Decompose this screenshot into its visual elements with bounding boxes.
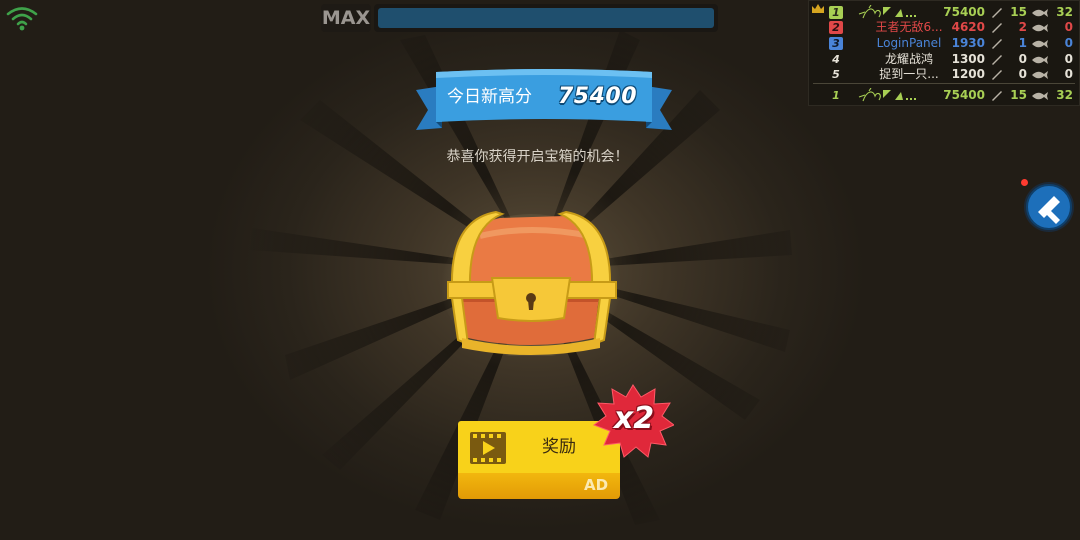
leaderboard-row: 3 LoginPanel 1930 1 0 [809, 36, 1079, 51]
rank-badge: 1 [829, 6, 843, 19]
video-film-icon [470, 432, 506, 464]
player-kills: 1 [1018, 36, 1027, 50]
player-deaths: 0 [1064, 52, 1073, 66]
max-progress-fill [378, 8, 714, 28]
fish-icon [1032, 56, 1048, 64]
leaderboard-divider [813, 83, 1075, 84]
congrats-message: 恭喜你获得开启宝箱的机会！ [446, 149, 629, 165]
player-deaths: 0 [1064, 67, 1073, 81]
player-kills: 2 [1018, 20, 1027, 34]
leaderboard-row: 1 75400 15 32 [809, 5, 1079, 20]
knife-icon [992, 55, 1002, 65]
rank-badge: 5 [832, 68, 840, 81]
player-kills: 0 [1018, 52, 1027, 66]
player-score: 4620 [951, 20, 985, 34]
new-high-score-label: 今日新高分 [447, 87, 532, 107]
player-deaths: 0 [1064, 36, 1073, 50]
player-score: 75400 [943, 5, 985, 19]
player-flag-icon [858, 5, 916, 19]
fish-icon [1032, 40, 1048, 48]
player-kills: 15 [1010, 5, 1027, 19]
knife-icon [992, 8, 1002, 18]
multiplier-label: x2 [613, 401, 655, 436]
fish-icon [1032, 92, 1048, 100]
leaderboard-row: 5 捉到一只... 1200 0 0 [809, 67, 1079, 82]
knife-icon [992, 70, 1002, 80]
knife-icon [992, 23, 1002, 33]
knife-icon [992, 39, 1002, 49]
player-flag-icon [858, 88, 916, 102]
max-label: MAX [321, 4, 371, 32]
hammer-icon [1026, 184, 1072, 230]
player-score: 1300 [951, 52, 985, 66]
player-deaths: 32 [1056, 5, 1073, 19]
player-score: 1200 [951, 67, 985, 81]
treasure-chest-icon[interactable] [440, 206, 622, 356]
rank-badge: 1 [832, 89, 840, 102]
leaderboard-row: 4 龙耀战鸿 1300 0 0 [809, 52, 1079, 67]
ad-badge: AD [584, 476, 609, 494]
player-deaths: 32 [1056, 88, 1073, 102]
high-score-value: 75400 [558, 84, 638, 109]
player-deaths: 0 [1064, 20, 1073, 34]
fish-icon [1032, 24, 1048, 32]
wifi-icon [6, 7, 38, 31]
player-score: 75400 [943, 88, 985, 102]
leaderboard-row: 2 王者无敌6... 4620 2 0 [809, 20, 1079, 35]
fish-icon [1032, 71, 1048, 79]
player-kills: 15 [1010, 88, 1027, 102]
rank-badge: 2 [829, 21, 843, 34]
rank-badge: 3 [829, 37, 843, 50]
knife-icon [992, 91, 1002, 101]
rank-badge: 4 [832, 53, 840, 66]
leaderboard-self-row: 1 75400 15 32 [809, 88, 1079, 103]
max-progress-bar [374, 4, 718, 32]
player-score: 1930 [951, 36, 985, 50]
fish-icon [1032, 9, 1048, 17]
reward-button-label: 奖励 [542, 437, 576, 457]
player-kills: 0 [1018, 67, 1027, 81]
leaderboard: 1 75400 15 32 2 王者无敌6... 4620 2 0 3 Logi… [808, 0, 1080, 106]
tool-button[interactable] [1024, 182, 1074, 232]
